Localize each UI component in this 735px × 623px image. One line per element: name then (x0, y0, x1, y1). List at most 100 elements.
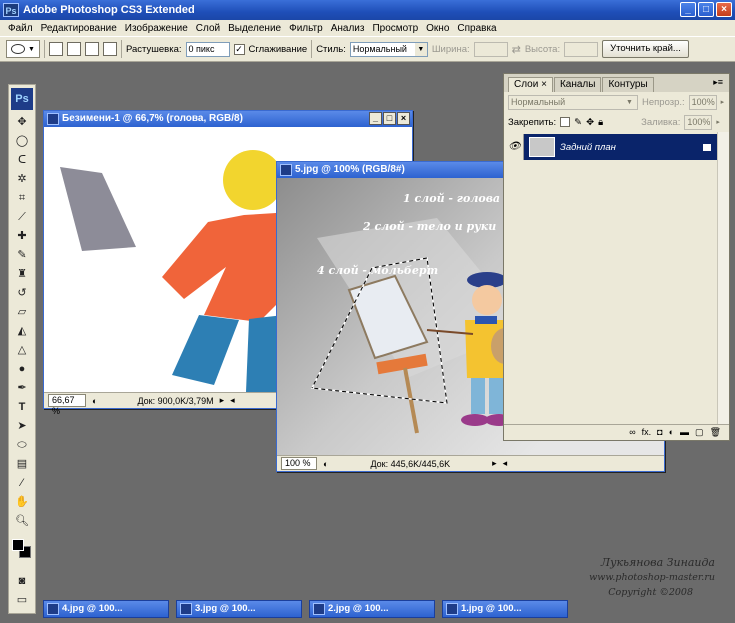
refine-edge-button[interactable]: Уточнить край... (602, 40, 689, 58)
chevron-right-icon[interactable]: ▸ (721, 98, 725, 106)
doc2-zoom-field[interactable]: 100 % (281, 457, 317, 470)
blend-mode-select[interactable]: Нормальный ▼ (508, 94, 638, 110)
minimize-button[interactable]: _ (680, 2, 696, 17)
marquee-tool-icon[interactable]: ◯ (10, 132, 34, 150)
lock-label: Закрепить: (508, 116, 557, 128)
new-selection-icon[interactable] (49, 42, 63, 56)
chevron-right-icon[interactable]: ▸ (716, 118, 720, 126)
scroll-left-icon[interactable]: ◂ (230, 395, 235, 406)
layers-panel-tabs: Слои × Каналы Контуры ▸≡ (504, 74, 729, 92)
layers-scrollbar[interactable] (717, 132, 729, 424)
stamp-tool-icon[interactable]: ♜ (10, 265, 34, 283)
document-1-title-bar[interactable]: Безимени-1 @ 66,7% (голова, RGB/8) _ □ × (44, 111, 412, 127)
tab-channels[interactable]: Каналы (553, 77, 602, 92)
doc1-minimize-button[interactable]: _ (369, 112, 382, 125)
crop-tool-icon[interactable]: ⌗ (10, 189, 34, 207)
menu-select[interactable]: Выделение (224, 23, 285, 34)
menu-image[interactable]: Изображение (121, 23, 192, 34)
minimized-title: 4.jpg @ 100... (62, 603, 123, 614)
lock-brush-icon[interactable]: ✎ (574, 117, 582, 128)
gradient-tool-icon[interactable]: ◭ (10, 322, 34, 340)
feather-input[interactable]: 0 пикс (185, 41, 230, 57)
checkbox-checked-icon[interactable]: ✓ (233, 43, 245, 55)
scroll-left-icon[interactable]: ◂ (503, 458, 508, 469)
width-input[interactable] (473, 41, 508, 57)
slice-tool-icon[interactable]: ⟋ (10, 208, 34, 226)
history-brush-tool-icon[interactable]: ↺ (10, 284, 34, 302)
blur-tool-icon[interactable]: △ (10, 341, 34, 359)
photoshop-app-icon: Ps (3, 3, 19, 17)
foreground-color-swatch[interactable] (12, 539, 24, 551)
width-label: Ширина: (431, 43, 470, 55)
fill-input[interactable]: 100% (684, 114, 713, 130)
height-input[interactable] (564, 41, 599, 57)
doc2-info-icon[interactable]: ◐ (323, 459, 328, 469)
subtract-selection-icon[interactable] (85, 42, 99, 56)
minimized-window-3[interactable]: 3.jpg @ 100... (176, 600, 302, 618)
add-selection-icon[interactable] (67, 42, 81, 56)
lasso-tool-icon[interactable]: ᑕ (10, 151, 34, 169)
trash-icon[interactable]: 🗑︎ (710, 425, 721, 440)
notes-tool-icon[interactable]: ▤ (10, 455, 34, 473)
path-selection-tool-icon[interactable]: ➤ (10, 417, 34, 435)
doc1-zoom-field[interactable]: 66,67 % (48, 394, 86, 416)
mask-icon[interactable]: ◘ (657, 425, 662, 440)
menu-layer[interactable]: Слой (192, 23, 224, 34)
tab-layers[interactable]: Слои × (508, 77, 553, 92)
adjustment-icon[interactable]: ◐ (669, 425, 674, 440)
eyedropper-tool-icon[interactable]: ⁄ (10, 474, 34, 492)
lock-all-icon[interactable]: 🔒︎ (598, 117, 603, 128)
close-button[interactable]: × (716, 2, 732, 17)
move-tool-icon[interactable]: ✥ (10, 113, 34, 131)
eraser-tool-icon[interactable]: ▱ (10, 303, 34, 321)
fill-label: Заливка: (641, 116, 681, 128)
antialias-label: Сглаживание (248, 43, 308, 55)
link-icon[interactable]: ∞ (629, 425, 635, 440)
visibility-eye-icon[interactable]: 👁︎ (506, 134, 524, 160)
pen-tool-icon[interactable]: ✒ (10, 379, 34, 397)
menu-analysis[interactable]: Анализ (327, 23, 369, 34)
style-select[interactable]: Нормальный ▼ (349, 41, 428, 57)
menu-view[interactable]: Просмотр (368, 23, 422, 34)
play-icon[interactable]: ▸ (220, 395, 225, 406)
menu-edit[interactable]: Редактирование (37, 23, 121, 34)
fx-icon[interactable]: fx. (642, 425, 652, 440)
brush-tool-icon[interactable]: ✎ (10, 246, 34, 264)
panel-menu-icon[interactable]: ▸≡ (713, 77, 723, 88)
lock-transparent-icon[interactable] (560, 117, 571, 127)
screen-mode-icon[interactable]: ▭ (10, 591, 34, 609)
menu-file[interactable]: Файл (4, 23, 37, 34)
healing-brush-tool-icon[interactable]: ✚ (10, 227, 34, 245)
signature-name: Лукьянова Зинаида (600, 556, 715, 569)
tool-preset-picker[interactable]: ▼ (6, 40, 40, 58)
new-layer-icon[interactable]: ▢ (695, 425, 704, 440)
shape-tool-icon[interactable]: ⬭ (10, 436, 34, 454)
play-icon[interactable]: ▸ (492, 458, 497, 469)
easel-shape (60, 167, 136, 251)
minimized-window-2[interactable]: 2.jpg @ 100... (309, 600, 435, 618)
group-icon[interactable]: ▬ (680, 425, 689, 440)
menu-help[interactable]: Справка (453, 23, 500, 34)
type-tool-icon[interactable]: T (10, 398, 34, 416)
quick-mask-icon[interactable]: ◙ (10, 572, 34, 590)
lock-move-icon[interactable]: ✥ (586, 117, 594, 128)
hand-tool-icon[interactable]: ✋ (10, 493, 34, 511)
minimized-window-1[interactable]: 1.jpg @ 100... (442, 600, 568, 618)
zoom-tool-icon[interactable]: 🔍︎ (10, 512, 34, 530)
layer-row-background[interactable]: 👁︎ Задний план (506, 134, 721, 160)
dodge-tool-icon[interactable]: ● (10, 360, 34, 378)
doc1-maximize-button[interactable]: □ (383, 112, 396, 125)
opacity-input[interactable]: 100% (688, 94, 717, 110)
intersect-selection-icon[interactable] (103, 42, 117, 56)
doc2-status: Док: 445,6K/445,6K (370, 458, 451, 469)
magic-wand-tool-icon[interactable]: ✲ (10, 170, 34, 188)
doc1-info-icon[interactable]: ◐ (92, 396, 97, 406)
menu-filter[interactable]: Фильтр (285, 23, 327, 34)
menu-window[interactable]: Окно (422, 23, 453, 34)
swap-icon[interactable]: ⇄ (512, 43, 521, 56)
doc1-close-button[interactable]: × (397, 112, 410, 125)
blend-row: Нормальный ▼ Непрозр.: 100% ▸ (504, 92, 729, 112)
minimized-window-4[interactable]: 4.jpg @ 100... (43, 600, 169, 618)
tab-paths[interactable]: Контуры (602, 77, 654, 92)
maximize-button[interactable]: □ (698, 2, 714, 17)
